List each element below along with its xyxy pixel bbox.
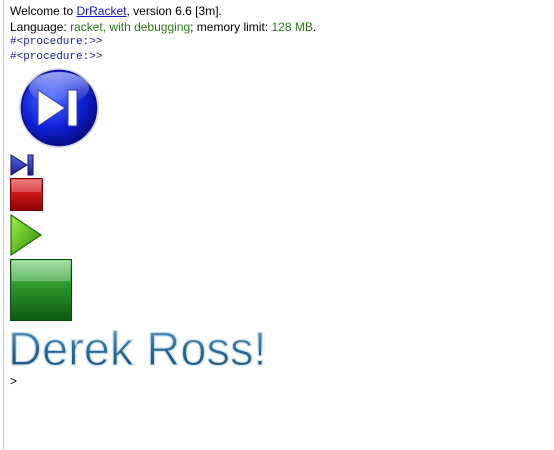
procedure-output-1: #<procedure:>> (10, 36, 103, 48)
language-suffix: . (312, 20, 317, 34)
green-square-icon (10, 259, 72, 321)
language-line: Language: racket, with debugging; memory… (10, 19, 554, 35)
play-icon (10, 214, 43, 256)
language-middle: ; memory limit: (190, 20, 272, 34)
step-next-icon (19, 68, 99, 148)
welcome-line: Welcome to DrRacket, version 6.6 [3m]. (10, 3, 554, 19)
interactions-pane[interactable]: Welcome to DrRacket, version 6.6 [3m]. L… (7, 3, 554, 450)
banner-text: Derek Ross! (8, 323, 267, 373)
left-margin-rule (3, 0, 4, 450)
language-value: racket, with debugging (70, 20, 191, 34)
welcome-suffix: , version 6.6 [3m]. (126, 4, 222, 18)
welcome-prefix: Welcome to (10, 4, 77, 18)
banner-text-svg: Derek Ross! (7, 321, 267, 375)
repl-prompt[interactable]: > (10, 374, 554, 388)
banner-image: Derek Ross! (6, 321, 554, 375)
memory-limit-value: 128 MB (271, 20, 313, 34)
stop-icon (10, 178, 43, 211)
step-next-icon (10, 154, 34, 176)
drracket-link[interactable]: DrRacket (76, 4, 126, 18)
procedure-output-2: #<procedure:>> (10, 51, 103, 63)
language-prefix: Language: (10, 20, 71, 34)
